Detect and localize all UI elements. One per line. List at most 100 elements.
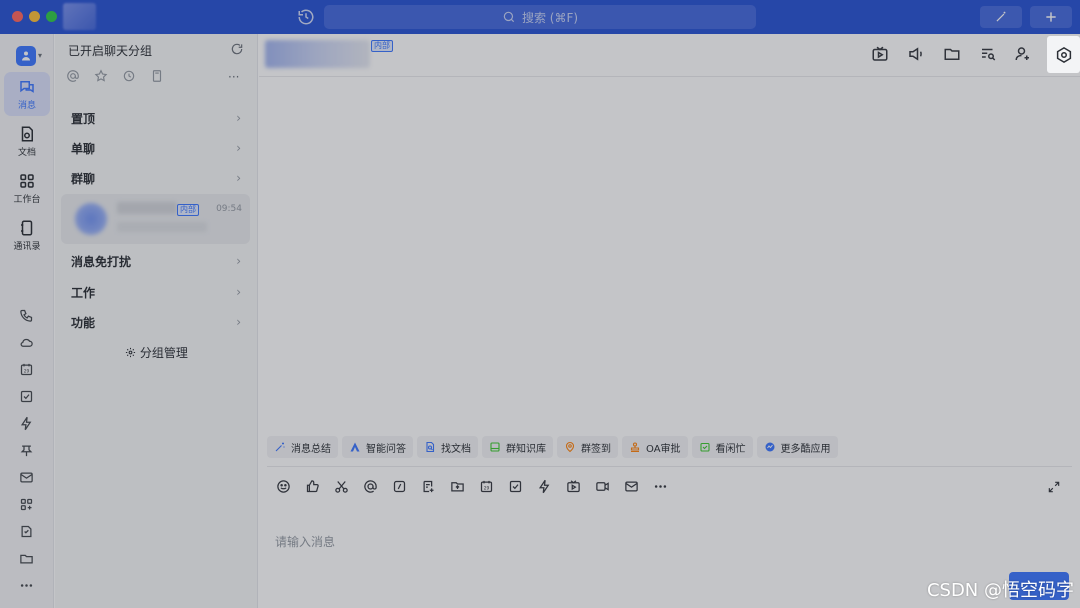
- group-label: 工作: [71, 285, 96, 300]
- app-free-busy[interactable]: 看闲忙: [691, 436, 753, 458]
- chat-title-blurred[interactable]: [265, 40, 370, 68]
- chat-list-item[interactable]: 内部 09:54: [61, 194, 250, 244]
- folder-icon[interactable]: [943, 45, 961, 63]
- chevron-right-icon: ›: [236, 111, 241, 125]
- folder-icon[interactable]: [17, 549, 35, 567]
- app-message-summary[interactable]: 消息总结: [267, 436, 338, 458]
- checkin-icon: [564, 441, 576, 453]
- unread-filter-icon[interactable]: [122, 69, 136, 83]
- mention-icon[interactable]: [362, 478, 378, 494]
- refresh-icon[interactable]: [230, 42, 244, 56]
- chevron-right-icon: ›: [236, 315, 241, 329]
- app-group-checkin[interactable]: 群签到: [557, 436, 618, 458]
- announce-icon[interactable]: [907, 45, 925, 63]
- close-window-button[interactable]: [12, 11, 23, 22]
- video-call-icon[interactable]: [594, 478, 610, 494]
- caret-down-icon[interactable]: ▾: [38, 51, 42, 60]
- app-label: 智能问答: [366, 443, 406, 455]
- gear-icon: [125, 347, 136, 358]
- group-feature[interactable]: 功能 ›: [55, 307, 258, 337]
- chat-preview-blurred: [117, 222, 207, 232]
- group-direct[interactable]: 单聊 ›: [55, 133, 258, 163]
- mail-icon[interactable]: [17, 468, 35, 486]
- global-search[interactable]: 搜索 (⌘F): [324, 5, 756, 29]
- app-ai-answer[interactable]: 智能问答: [342, 436, 413, 458]
- nav-messages[interactable]: 消息: [4, 72, 50, 116]
- plus-icon: [1046, 12, 1056, 22]
- app-label: 群知识库: [506, 443, 546, 455]
- create-button[interactable]: [1030, 6, 1072, 28]
- cloud-icon[interactable]: [17, 333, 35, 351]
- mail-icon[interactable]: [623, 478, 639, 494]
- minutes-icon[interactable]: [17, 522, 35, 540]
- internal-badge: 内部: [371, 40, 393, 52]
- expand-icon[interactable]: [1047, 480, 1061, 494]
- upload-icon[interactable]: [449, 478, 465, 494]
- workspace-icon: [20, 173, 34, 188]
- message-input[interactable]: [275, 512, 1035, 572]
- chat-name-blurred: [117, 202, 177, 214]
- lightning-icon[interactable]: [536, 478, 552, 494]
- group-pinned[interactable]: 置顶 ›: [55, 103, 258, 133]
- app-group-wiki[interactable]: 群知识库: [482, 436, 553, 458]
- filter-more-button[interactable]: ···: [228, 70, 239, 84]
- minimize-window-button[interactable]: [29, 11, 40, 22]
- compose-toolbar: 29: [275, 478, 668, 494]
- group-manage-button[interactable]: 分组管理: [55, 344, 258, 361]
- group-groups[interactable]: 群聊 ›: [55, 163, 258, 193]
- live-icon[interactable]: [871, 45, 889, 63]
- add-member-icon[interactable]: [1014, 45, 1032, 63]
- ai-assistant-button[interactable]: [980, 6, 1022, 28]
- settings-button[interactable]: [1047, 36, 1080, 73]
- lightning-icon[interactable]: [17, 414, 35, 432]
- rich-doc-icon[interactable]: [420, 478, 436, 494]
- history-icon[interactable]: [297, 8, 315, 26]
- task-icon[interactable]: [507, 478, 523, 494]
- group-label: 置顶: [71, 111, 96, 126]
- search-history-icon[interactable]: [979, 45, 997, 63]
- watermark: CSDN @悟空码字: [926, 580, 1074, 601]
- zoom-window-button[interactable]: [46, 11, 57, 22]
- search-icon: [503, 11, 515, 23]
- apps-icon[interactable]: [17, 495, 35, 513]
- thumbs-up-icon[interactable]: [304, 478, 320, 494]
- wiki-icon: [489, 441, 501, 453]
- app-label: OA审批: [646, 443, 681, 455]
- app-more-apps[interactable]: 更多酷应用: [756, 436, 838, 458]
- ai-answer-icon: [349, 441, 361, 453]
- more-icon[interactable]: [652, 478, 668, 494]
- search-placeholder: 搜索 (⌘F): [521, 10, 579, 25]
- org-switcher[interactable]: [16, 46, 36, 66]
- group-label: 单聊: [71, 141, 96, 156]
- doc-icon: [21, 126, 33, 141]
- scissors-icon[interactable]: [333, 478, 349, 494]
- calendar-icon[interactable]: 29: [478, 478, 494, 494]
- live-icon[interactable]: [565, 478, 581, 494]
- svg-text:29: 29: [23, 368, 29, 374]
- group-muted[interactable]: 消息免打扰 ›: [55, 246, 258, 276]
- group-work[interactable]: 工作 ›: [55, 277, 258, 307]
- chat-avatar: [75, 203, 107, 235]
- star-filter-icon[interactable]: [94, 69, 108, 83]
- nav-contacts[interactable]: 通讯录: [4, 213, 50, 257]
- nav-docs[interactable]: 文档: [4, 119, 50, 163]
- slash-command-icon[interactable]: [391, 478, 407, 494]
- emoji-icon[interactable]: [275, 478, 291, 494]
- app-label: 找文档: [441, 443, 471, 455]
- app-find-doc[interactable]: 找文档: [417, 436, 478, 458]
- nav-messages-label: 消息: [17, 100, 36, 111]
- task-icon[interactable]: [17, 387, 35, 405]
- doc-filter-icon[interactable]: [150, 69, 164, 83]
- app-label: 更多酷应用: [780, 443, 831, 455]
- nav-workspace[interactable]: 工作台: [4, 166, 50, 210]
- app-label: 群签到: [581, 443, 611, 455]
- more-icon[interactable]: [17, 576, 35, 594]
- pin-icon[interactable]: [17, 441, 35, 459]
- mention-filter-icon[interactable]: [66, 69, 80, 83]
- phone-icon[interactable]: [17, 306, 35, 324]
- calendar-icon[interactable]: 29: [17, 360, 35, 378]
- user-avatar[interactable]: [63, 3, 96, 30]
- input-divider: [267, 466, 1072, 467]
- app-oa-approval[interactable]: OA审批: [622, 436, 688, 458]
- nav-contacts-label: 通讯录: [13, 241, 41, 252]
